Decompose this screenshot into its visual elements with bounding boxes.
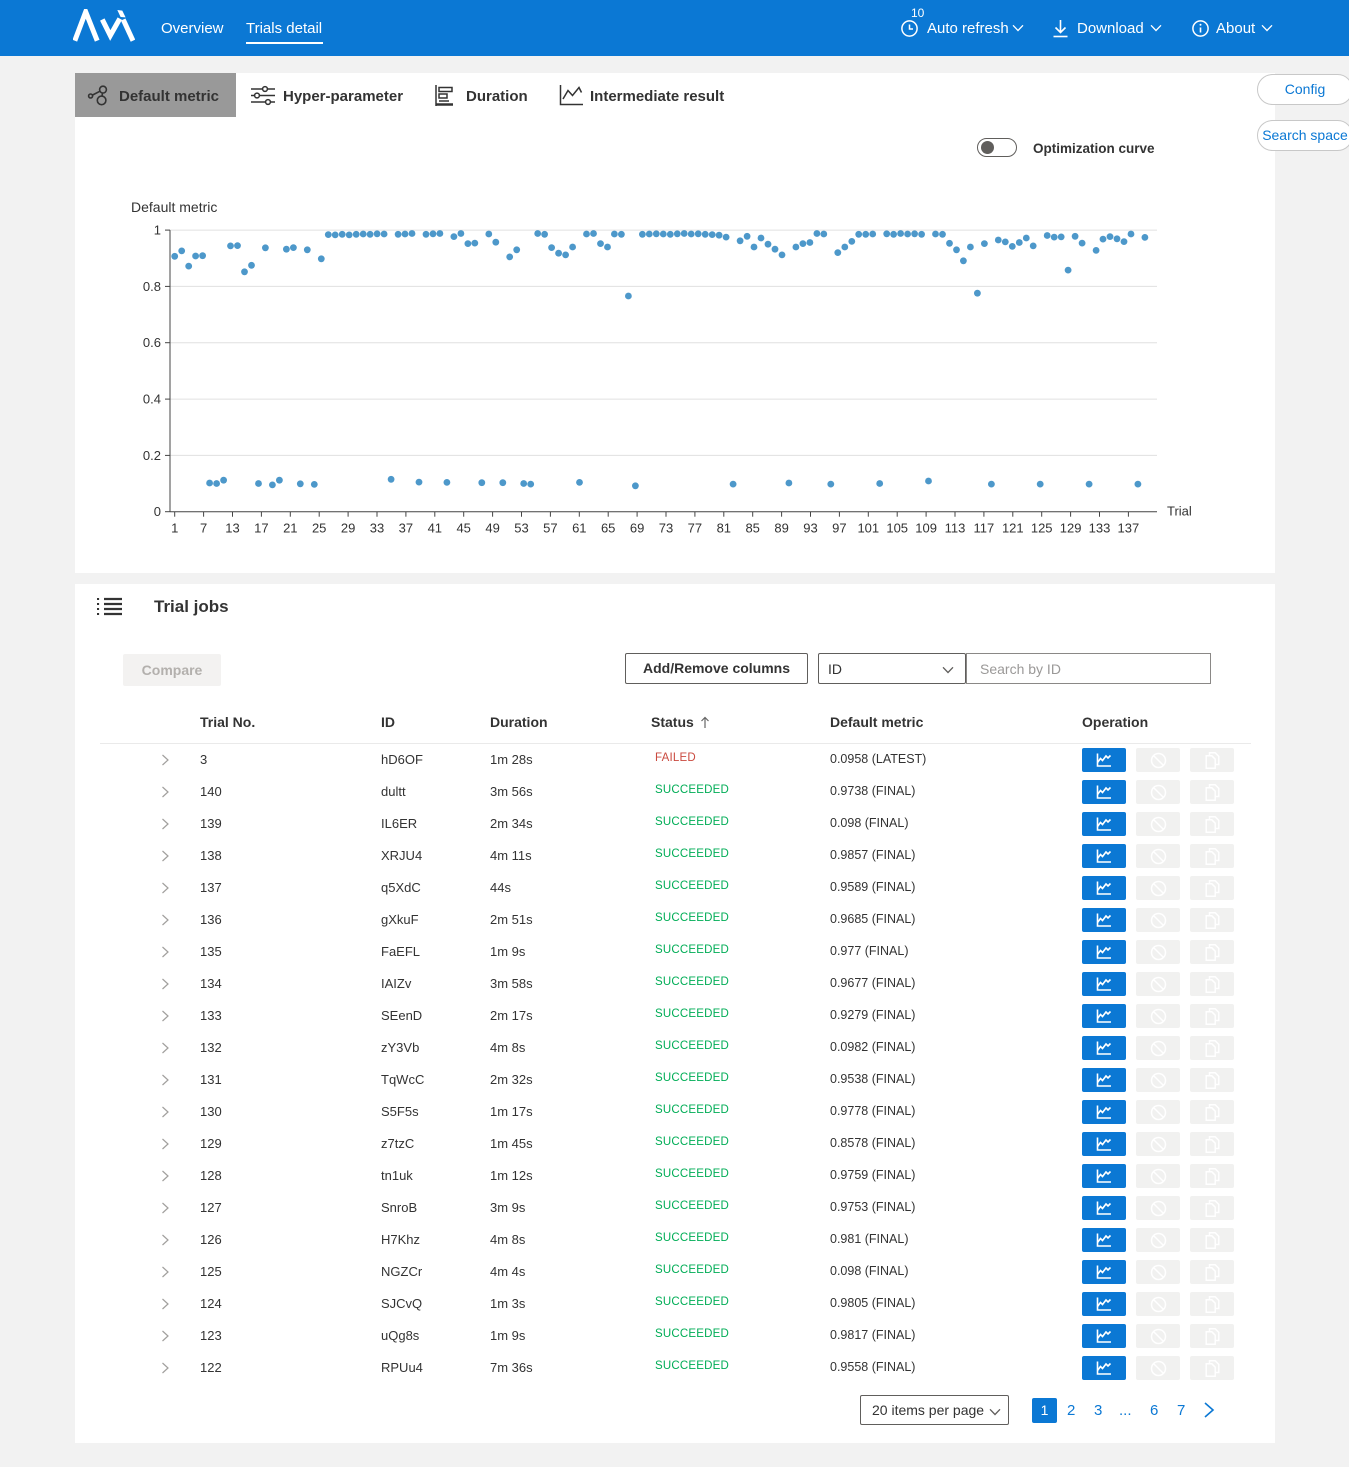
svg-text:25: 25 [312, 521, 326, 536]
svg-text:53: 53 [514, 521, 528, 536]
svg-text:0.4: 0.4 [143, 392, 161, 407]
svg-text:105: 105 [886, 521, 908, 536]
svg-text:49: 49 [485, 521, 499, 536]
svg-text:0: 0 [154, 504, 161, 519]
svg-text:81: 81 [717, 521, 731, 536]
svg-text:137: 137 [1118, 521, 1140, 536]
svg-text:0.8: 0.8 [143, 279, 161, 294]
svg-text:61: 61 [572, 521, 586, 536]
svg-text:1: 1 [154, 223, 161, 238]
svg-text:17: 17 [254, 521, 268, 536]
svg-text:37: 37 [399, 521, 413, 536]
svg-text:109: 109 [915, 521, 937, 536]
svg-text:85: 85 [745, 521, 759, 536]
svg-text:89: 89 [774, 521, 788, 536]
svg-text:13: 13 [225, 521, 239, 536]
svg-text:33: 33 [370, 521, 384, 536]
svg-text:0.2: 0.2 [143, 448, 161, 463]
svg-text:77: 77 [688, 521, 702, 536]
svg-text:69: 69 [630, 521, 644, 536]
svg-text:129: 129 [1060, 521, 1082, 536]
svg-text:101: 101 [857, 521, 879, 536]
svg-text:97: 97 [832, 521, 846, 536]
svg-text:117: 117 [974, 521, 995, 536]
svg-text:93: 93 [803, 521, 817, 536]
svg-text:113: 113 [945, 521, 966, 536]
svg-text:Trial: Trial [1167, 504, 1192, 519]
svg-text:41: 41 [428, 521, 442, 536]
svg-text:125: 125 [1031, 521, 1053, 536]
svg-text:133: 133 [1089, 521, 1111, 536]
svg-text:7: 7 [200, 521, 207, 536]
svg-text:1: 1 [171, 521, 178, 536]
svg-text:73: 73 [659, 521, 673, 536]
svg-text:121: 121 [1002, 521, 1024, 536]
svg-text:29: 29 [341, 521, 355, 536]
svg-text:57: 57 [543, 521, 557, 536]
svg-text:0.6: 0.6 [143, 335, 161, 350]
svg-text:65: 65 [601, 521, 615, 536]
svg-text:45: 45 [456, 521, 470, 536]
svg-text:21: 21 [283, 521, 297, 536]
